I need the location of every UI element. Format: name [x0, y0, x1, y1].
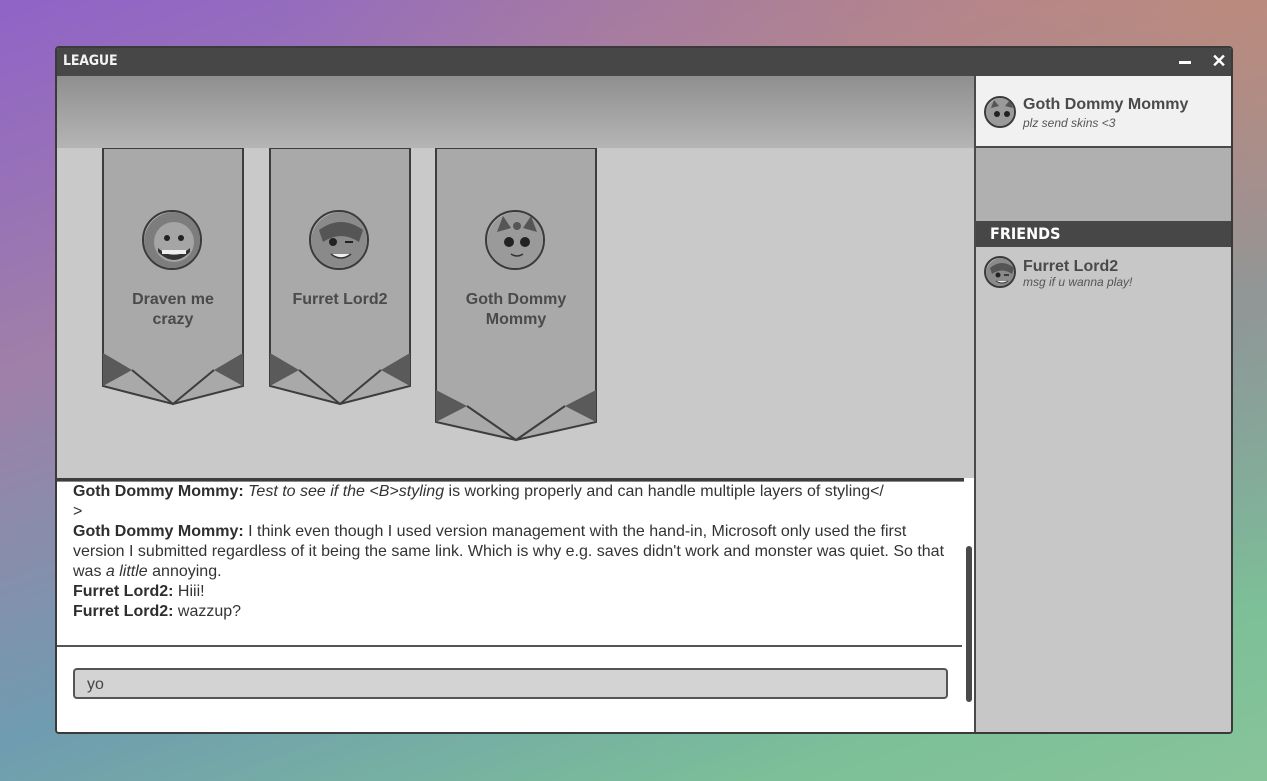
minimize-button[interactable]: [1175, 51, 1195, 71]
message-sender: Furret Lord2:: [73, 603, 174, 620]
friend-avatar-icon: [984, 256, 1016, 288]
furret-avatar-icon: [309, 210, 369, 270]
party-member-banner[interactable]: Furret Lord2: [269, 148, 411, 408]
banner-shape: [269, 148, 411, 406]
chat-message: Furret Lord2: wazzup?: [73, 602, 953, 622]
close-icon: ✕: [1211, 51, 1227, 71]
minimize-icon: [1179, 60, 1191, 64]
banner-shape: [102, 148, 244, 406]
message-sender: Goth Dommy Mommy:: [73, 483, 244, 500]
member-name: Goth Dommy Mommy: [465, 291, 567, 328]
message-text: Hiii!: [177, 583, 205, 600]
chat-input[interactable]: yo: [73, 668, 948, 699]
profile-name: Goth Dommy Mommy: [1023, 96, 1189, 113]
message-text: is working properly and can handle multi…: [444, 483, 884, 500]
member-name: Furret Lord2: [292, 291, 388, 308]
profile-status: plz send skins <3: [1023, 116, 1116, 130]
friends-list: Furret Lord2 msg if u wanna play!: [976, 247, 1231, 732]
draven-avatar-icon: [142, 210, 202, 270]
message-text: >: [73, 503, 83, 520]
message-text-italic: a little: [105, 563, 148, 580]
social-sidebar: Goth Dommy Mommy plz send skins <3 FRIEN…: [974, 76, 1231, 732]
member-name: Draven me crazy: [132, 291, 214, 328]
chat-input-divider: [57, 645, 962, 647]
friends-heading: FRIENDS: [976, 221, 1231, 247]
message-text: wazzup?: [177, 603, 242, 620]
friend-item[interactable]: Furret Lord2 msg if u wanna play!: [976, 247, 1231, 297]
profile-avatar-icon: [984, 96, 1016, 128]
profile-card[interactable]: Goth Dommy Mommy plz send skins <3: [976, 76, 1231, 148]
lobby-panel: Draven me crazy Furret Lord2 Goth Dommy …: [57, 76, 974, 732]
chat-message: Goth Dommy Mommy: Test to see if the <B>…: [73, 482, 953, 522]
goth-avatar-icon: [485, 210, 545, 270]
close-button[interactable]: ✕: [1209, 51, 1229, 71]
chat-scrollbar[interactable]: [966, 546, 972, 702]
message-sender: Goth Dommy Mommy:: [73, 523, 244, 540]
party-member-banner-self[interactable]: Goth Dommy Mommy: [435, 148, 597, 444]
message-text-italic: Test to see if the <B>styling: [248, 483, 445, 500]
message-sender: Furret Lord2:: [73, 583, 174, 600]
chat-message: Furret Lord2: Hiii!: [73, 582, 953, 602]
league-window: LEAGUE ✕ Draven me crazy Furret Lord2 Go…: [55, 46, 1233, 734]
party-member-banner[interactable]: Draven me crazy: [102, 148, 244, 408]
chat-log: Goth Dommy Mommy: Test to see if the <B>…: [73, 482, 953, 642]
chat-message: Goth Dommy Mommy: I think even though I …: [73, 522, 953, 582]
party-banners: Draven me crazy Furret Lord2 Goth Dommy …: [57, 148, 974, 478]
window-title: LEAGUE: [63, 53, 118, 69]
message-text: annoying.: [147, 563, 222, 580]
friend-name: Furret Lord2: [1023, 258, 1119, 275]
title-bar[interactable]: LEAGUE ✕: [57, 48, 1231, 78]
friend-status: msg if u wanna play!: [1023, 275, 1133, 289]
lobby-header: [57, 76, 974, 150]
